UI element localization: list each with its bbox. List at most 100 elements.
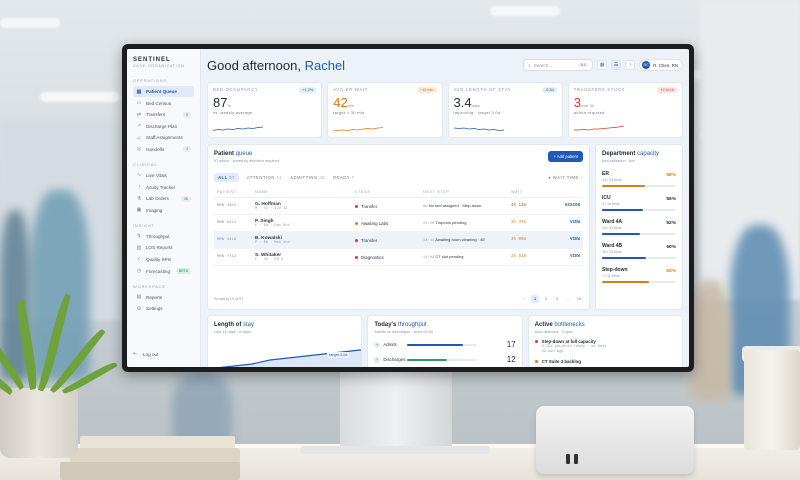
ward-item[interactable]: Ward 4A 16 / 31 beds 52% (602, 219, 676, 235)
ward-percent: 56% (666, 197, 676, 202)
table-row[interactable]: MRN 7712 S. Whitaker F · 44 · ED 3 Diagnost… (214, 249, 583, 266)
page-ellipsis: … (566, 297, 570, 301)
row-action-button[interactable]: VIEW (539, 255, 580, 259)
sidebar-item-staff-assignments[interactable]: ☺ Staff Assignments (133, 132, 194, 143)
sidebar-item-label: Lab Orders (146, 196, 169, 202)
tab-attention[interactable]: ATTENTION 12 (247, 175, 282, 180)
length-of-stay-card[interactable]: Length of stay Last 14 days · in days ta… (207, 315, 363, 367)
table-row[interactable]: MRN 4419 B. Kowalski F · 66 · Med 3rd Trans… (214, 232, 583, 249)
sidebar-item-label: Live Vitals (146, 172, 167, 178)
bottleneck-item[interactable]: CT Suite 3 backlog (534, 359, 676, 364)
card-title: Patient queue (214, 151, 583, 157)
sidebar-item-bed-census[interactable]: ▭ Bed Census (133, 98, 194, 109)
kpi-caption: target < 30 min (333, 110, 365, 115)
progress-bar (407, 343, 478, 346)
page-button[interactable]: 1 (531, 295, 539, 303)
sidebar-item-label: Quality KPIs (146, 256, 172, 262)
wait-cell: 3h 47m (511, 221, 527, 225)
ward-item[interactable]: ICU 9 / 16 beds 56% (602, 195, 676, 211)
grid-view-icon[interactable]: ▦ (597, 60, 608, 70)
kpi-caption: action required (573, 110, 605, 115)
ward-item[interactable]: ER 14 / 24 beds 58% (602, 171, 676, 187)
kpi-delta-badge: +2 in 1h (657, 87, 677, 93)
row-action-button[interactable]: VIEW (539, 238, 580, 242)
kpi-avg-length-of-stay[interactable]: AVG LENGTH OF STAY -0.3d 3.4days improvi… (447, 82, 563, 138)
column-header[interactable]: WAIT (511, 190, 539, 194)
column-header[interactable]: PATIENT (217, 190, 255, 194)
column-header[interactable]: STAGE (355, 190, 423, 194)
list-view-icon[interactable]: ☰ (611, 60, 622, 70)
kpi-unit: min (347, 103, 355, 108)
bottleneck-item[interactable]: Step-down at full capacity 3 ICU patient… (534, 339, 676, 354)
card-subtitle: Auto-detected · 3 open (534, 330, 574, 334)
user-menu[interactable]: RC R. Chen, RN (639, 59, 683, 71)
sidebar-item-reports[interactable]: ▤ Reports (133, 292, 194, 303)
card-title: Today's throughput (374, 322, 515, 328)
search-input[interactable]: ⌕ Search... ⌘K (523, 59, 594, 71)
sort-dropdown[interactable]: ▾ WAIT TIME ↓ (549, 175, 583, 180)
greeting-text: Good afternoon, (207, 57, 301, 73)
page-button[interactable]: 2 (542, 295, 550, 303)
stage-cell: Awaiting Labs (355, 221, 423, 226)
card-subtitle: Admits vs discharges · since 00:00 (374, 330, 433, 334)
sparkline (453, 127, 504, 131)
logout-button[interactable]: ⇤ Log out (133, 351, 158, 357)
queue-tabs: ALL 97 ATTENTION 12 ADMITTING 36 READY 7… (214, 173, 583, 182)
sidebar: SENTINEL CASE ORGANIZATION OPERATIONS ▤ P… (127, 49, 201, 367)
stage-label: Transfer (361, 203, 378, 209)
page-button[interactable]: 10 (575, 295, 583, 303)
tab-count: 97 (229, 175, 235, 180)
kpi-number: 42 (333, 95, 348, 110)
stage-cell: Transfer (355, 204, 423, 209)
patient-meta: F · 66 · Med 3rd (255, 240, 290, 245)
sidebar-item-forecasting[interactable]: ◷ Forecasting BETA (133, 266, 194, 277)
row-action-button[interactable]: ASSIGN (539, 204, 580, 208)
sidebar-item-label: Discharge Plan (146, 123, 178, 129)
ceiling-light (40, 92, 120, 102)
plus-icon: + (374, 341, 381, 348)
sidebar-item-patient-queue[interactable]: ▤ Patient Queue (133, 86, 194, 97)
stage-cell: Diagnostics (355, 255, 423, 260)
user-first-name: Rachel (304, 57, 346, 73)
column-header[interactable]: NAME (255, 190, 355, 194)
sidebar-item-imaging[interactable]: ▣ Imaging (133, 205, 194, 216)
sidebar-item-live-vitals[interactable]: ∿ Live Vitals (133, 170, 194, 181)
column-header[interactable]: NEXT STEP (423, 190, 511, 194)
ward-item[interactable]: Ward 4B 15 / 25 beds 60% (602, 243, 676, 259)
ward-item[interactable]: Step-down 7 / 11 beds 63% (602, 267, 676, 283)
kpi-transfers-stuck[interactable]: TRANSFERS STUCK +2 in 1h 3over 2h action… (567, 82, 683, 138)
sidebar-item-discharge-plan[interactable]: ↗ Discharge Plan (133, 121, 194, 132)
tab-ready[interactable]: READY 7 (333, 175, 354, 180)
bottlenecks-card[interactable]: Active bottlenecks Auto-detected · 3 ope… (527, 315, 683, 367)
sidebar-item-transfers[interactable]: ⇄ Transfers 5 (133, 109, 194, 120)
sidebar-item-los-reports[interactable]: ▥ LOS Reports (133, 242, 194, 253)
sidebar-item-label: Bed Census (146, 100, 172, 106)
sidebar-item-acuity-tracker[interactable]: ◔ Acuity Tracker (133, 182, 194, 193)
sidebar-item-throughput[interactable]: ↯ Throughput (133, 231, 194, 242)
kpi-bed-occupancy[interactable]: BED OCCUPANCY +1.2% 87% vs. weekly avera… (207, 82, 323, 138)
add-patient-button[interactable]: + Add patient (548, 151, 583, 162)
throughput-card[interactable]: Today's throughput Admits vs discharges … (367, 315, 523, 367)
notification-bell-icon[interactable]: ◔ (625, 60, 636, 70)
row-action-button[interactable]: VIEW (539, 221, 580, 225)
prev-page-icon[interactable]: ‹ (520, 295, 528, 303)
sidebar-item-lab-orders[interactable]: ⚗ Lab Orders 26 (133, 193, 194, 204)
tab-admitting[interactable]: ADMITTING 36 (290, 175, 325, 180)
next-step-cell: 14:42 Awaiting room cleaning · 4E (423, 237, 511, 243)
kpi-number: 3 (573, 95, 581, 110)
ward-percent: 60% (666, 245, 676, 250)
page-button[interactable]: 3 (553, 295, 561, 303)
table-row[interactable]: MRN 9312 P. Singh F · 58 · Obs 3rd Awaiting… (214, 215, 583, 232)
kpi-avg-er-wait[interactable]: AVG ER WAIT +12 min 42min target < 30 mi… (327, 82, 443, 138)
acuity-icon: ◔ (137, 184, 141, 191)
table-row[interactable]: MRN 4401 G. Hoffman M · 71 · ICU 12 Transfe… (214, 198, 583, 215)
sidebar-item-handoffs[interactable]: ◎ Handoffs 3 (133, 144, 194, 155)
tab-all[interactable]: ALL 97 (214, 173, 239, 182)
sidebar-item-quality-kpis[interactable]: ✓ Quality KPIs (133, 254, 194, 265)
throughput-label: Admits (383, 342, 397, 347)
tab-label: ALL (218, 175, 228, 180)
sidebar-item-settings[interactable]: ⚙ Settings (133, 303, 194, 314)
sidebar-item-label: Acuity Tracker (146, 184, 176, 190)
count-badge: 5 (183, 111, 191, 118)
sidebar-item-label: Patient Queue (146, 89, 177, 94)
